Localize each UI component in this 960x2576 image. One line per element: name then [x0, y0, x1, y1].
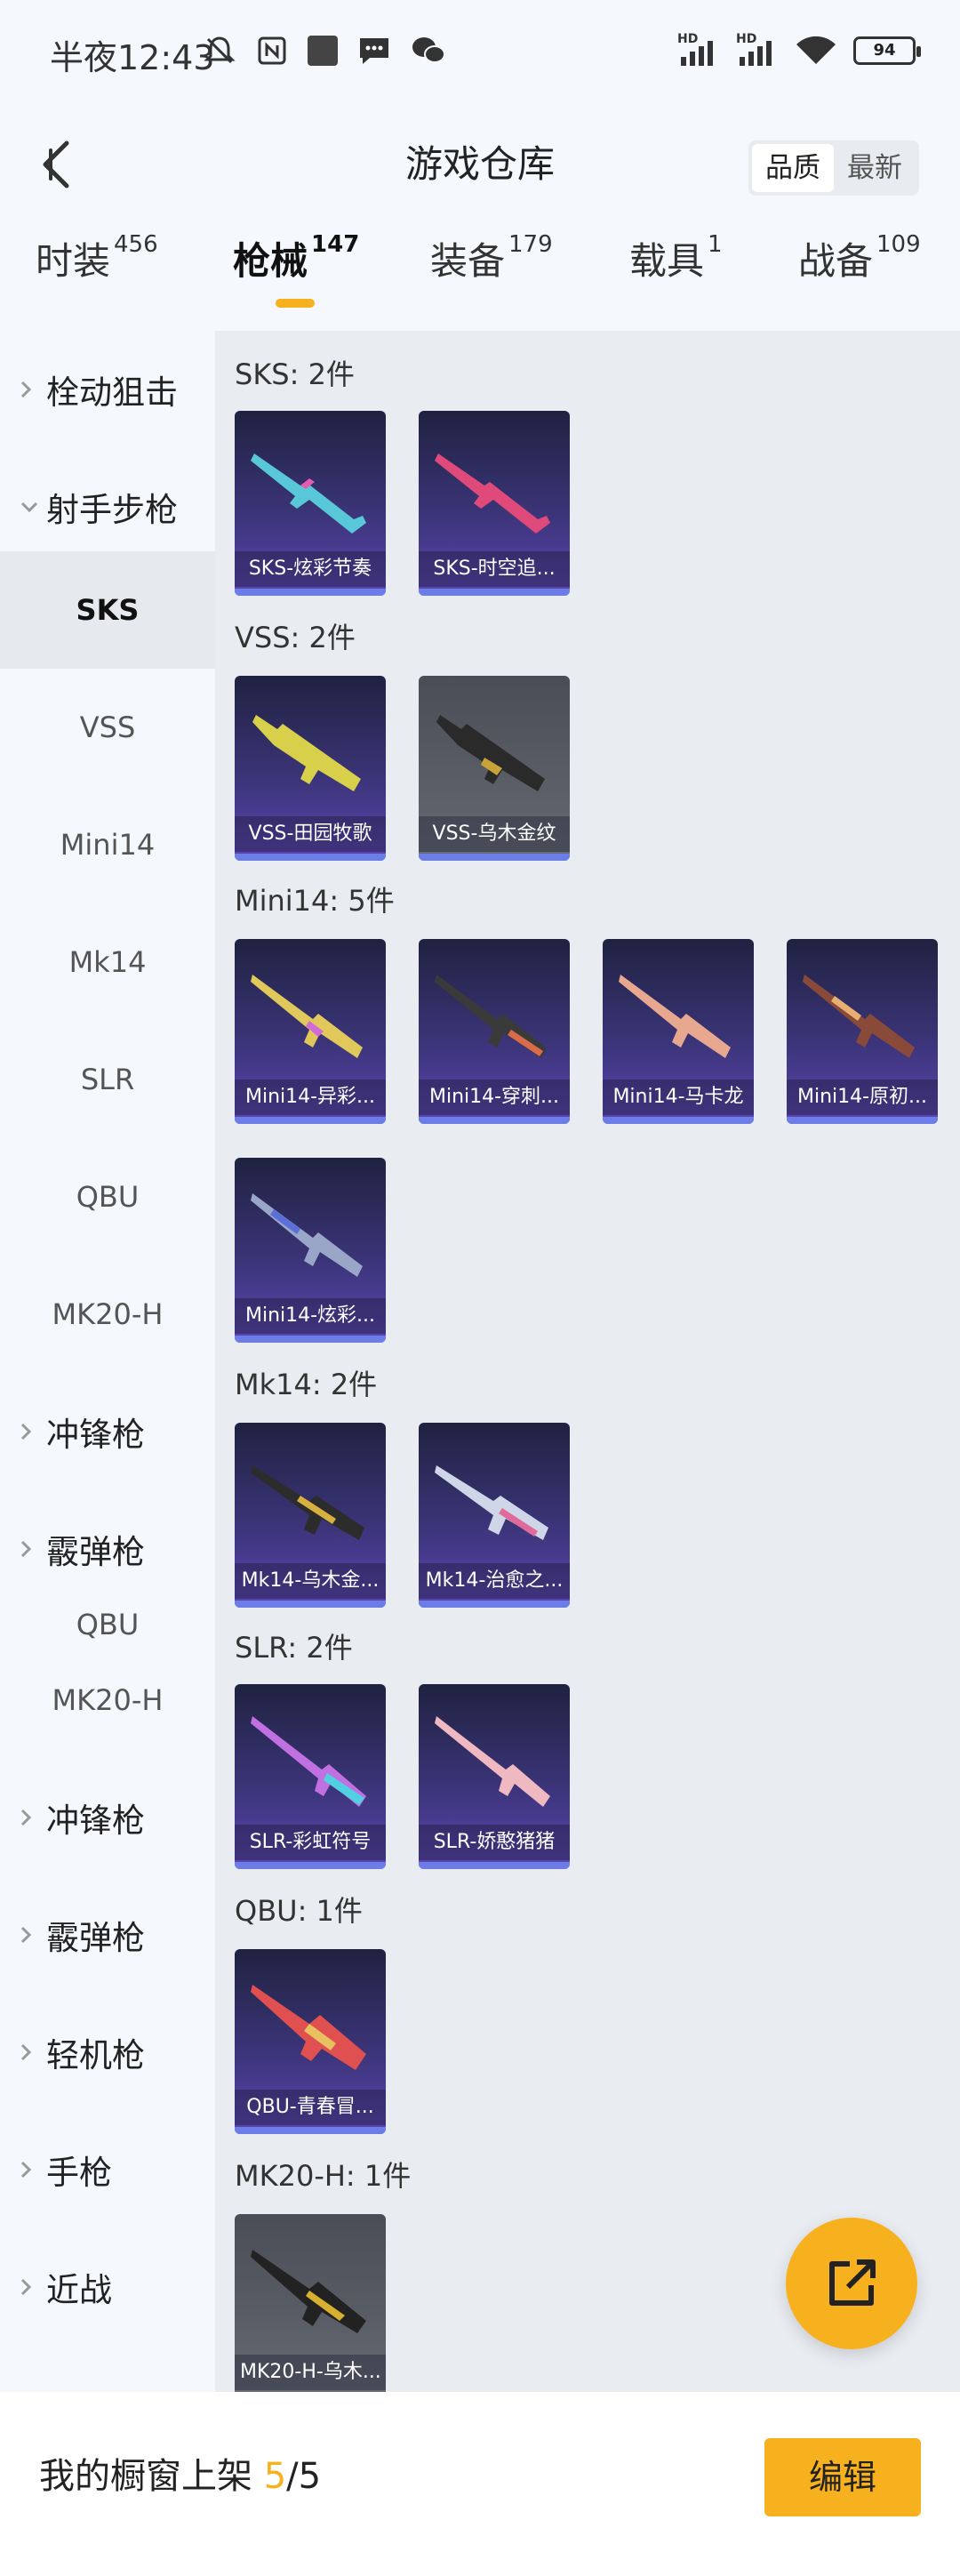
sidebar-item-marksman-rifle[interactable]: 射手步枪	[0, 448, 215, 566]
tab-supplies[interactable]: 战备 109	[798, 231, 921, 329]
item-card[interactable]: Mini14-炫彩...	[235, 1158, 386, 1343]
sidebar-item-melee[interactable]: 近战	[0, 2228, 215, 2346]
item-card[interactable]: VSS-乌木金纹	[419, 676, 570, 861]
rifle-icon	[435, 975, 547, 1058]
signal-icon-2: HD	[736, 32, 779, 66]
section-title-vss: VSS: 2件	[235, 621, 356, 654]
share-fab-button[interactable]	[786, 2218, 917, 2349]
item-card[interactable]: Mini14-马卡龙	[603, 939, 754, 1124]
sidebar-item-shotgun-2[interactable]: 霰弹枪	[0, 1876, 215, 1994]
sidebar-item-mk20h[interactable]: MK20-H	[0, 1256, 215, 1373]
chevron-down-icon	[20, 502, 38, 513]
weapon-category-sidebar: 栓动狙击 射手步枪 SKS VSS Mini14 Mk14 SLR QBU MK…	[0, 331, 215, 2392]
section-title-slr: SLR: 2件	[235, 1631, 353, 1665]
item-card[interactable]: SKS-炫彩节奏	[235, 411, 386, 596]
message-icon	[360, 38, 388, 64]
showcase-label: 我的橱窗上架	[39, 2456, 252, 2497]
wifi-icon	[796, 36, 836, 64]
sidebar-item-qbu-ghost[interactable]: QBU	[0, 1579, 215, 1641]
item-card[interactable]: Mk14-治愈之...	[419, 1423, 570, 1608]
sidebar-item-smg-2[interactable]: 冲锋枪	[0, 1759, 215, 1876]
rifle-icon	[251, 975, 363, 1058]
mute-bell-icon	[204, 36, 236, 64]
sidebar-item-bolt-sniper[interactable]: 栓动狙击	[0, 331, 215, 448]
item-card[interactable]: QBU-青春冒...	[235, 1949, 386, 2134]
status-icons-right: HD HD 94	[677, 32, 921, 68]
sort-latest-button[interactable]: 最新	[834, 144, 916, 192]
showcase-status: 我的橱窗上架 5/5	[39, 2447, 321, 2499]
sort-toggle: 品质 最新	[748, 140, 919, 196]
status-icons-left	[203, 34, 446, 68]
item-card[interactable]: VSS-田园牧歌	[235, 676, 386, 861]
tab-costume[interactable]: 时装 456	[36, 231, 158, 329]
sidebar-item-mini14[interactable]: Mini14	[0, 786, 215, 903]
item-card[interactable]: SLR-娇憨猪猪	[419, 1684, 570, 1869]
item-card[interactable]: Mini14-异彩...	[235, 939, 386, 1124]
showcase-current-count: 5	[263, 2456, 287, 2497]
sidebar-item-pistol[interactable]: 手枪	[0, 2111, 215, 2228]
rifle-icon	[436, 715, 545, 791]
sidebar-item-mk14[interactable]: Mk14	[0, 903, 215, 1021]
rifle-icon	[803, 975, 915, 1058]
chevron-right-icon	[20, 2161, 32, 2179]
item-card[interactable]: MK20-H-乌木...	[235, 2214, 386, 2392]
rifle-icon	[251, 453, 366, 534]
sidebar-item-slr[interactable]: SLR	[0, 1021, 215, 1138]
signal-icon: HD	[677, 32, 720, 66]
rifle-icon	[252, 715, 361, 791]
rifle-icon	[251, 1193, 363, 1277]
section-title-mk14: Mk14: 2件	[235, 1368, 378, 1401]
sidebar-item-smg[interactable]: 冲锋枪	[0, 1373, 215, 1490]
chevron-right-icon	[20, 1809, 32, 1826]
item-card[interactable]: SKS-时空追...	[419, 411, 570, 596]
battery-icon: 94	[853, 36, 921, 65]
section-title-mini14: Mini14: 5件	[235, 884, 395, 918]
category-tabs: 时装 456 枪械 147 装备 179 载具 1 战备 109	[0, 231, 960, 329]
rifle-icon	[619, 975, 731, 1058]
item-card[interactable]: Mk14-乌木金...	[235, 1423, 386, 1608]
rifle-icon	[251, 1985, 366, 2070]
wechat-icon	[412, 37, 445, 63]
chevron-right-icon	[20, 1926, 32, 1944]
rifle-icon	[435, 453, 550, 534]
nfc-icon	[258, 36, 286, 65]
back-arrow-icon	[43, 140, 69, 189]
item-card[interactable]: Mini14-原初...	[787, 939, 938, 1124]
sidebar-item-mk20h-ghost[interactable]: MK20-H	[0, 1641, 215, 1759]
section-title-qbu: QBU: 1件	[235, 1894, 363, 1928]
status-bar: 半夜12:43 HD HD 94	[0, 0, 960, 107]
item-grid: SKS: 2件 SKS-炫彩节奏 SKS-时空追... VSS: 2件 VSS-…	[215, 331, 960, 2392]
rifle-icon	[251, 1716, 366, 1807]
rifle-icon	[251, 1465, 364, 1540]
edit-button[interactable]: 编辑	[764, 2438, 921, 2516]
back-button[interactable]	[25, 124, 87, 205]
sidebar-item-lmg[interactable]: 轻机枪	[0, 1994, 215, 2111]
sidebar-item-sks[interactable]: SKS	[0, 551, 215, 669]
chevron-right-icon	[20, 2278, 32, 2296]
item-card[interactable]: Mini14-穿刺...	[419, 939, 570, 1124]
chevron-right-icon	[20, 381, 32, 398]
sort-quality-button[interactable]: 品质	[752, 144, 834, 192]
rifle-icon	[435, 1716, 550, 1807]
section-title-mk20h: MK20-H: 1件	[235, 2159, 412, 2193]
item-card[interactable]: SLR-彩虹符号	[235, 1684, 386, 1869]
status-time: 半夜12:43	[50, 38, 215, 77]
bottom-bar: 我的橱窗上架 5/5 编辑	[0, 2392, 960, 2576]
share-export-icon	[829, 2259, 876, 2306]
chevron-right-icon	[20, 2043, 32, 2061]
chevron-right-icon	[20, 1540, 32, 1558]
tab-vehicles[interactable]: 载具 1	[629, 231, 723, 329]
sidebar-item-vss[interactable]: VSS	[0, 669, 215, 786]
tab-equipment[interactable]: 装备 179	[430, 231, 553, 329]
app-square-icon	[308, 36, 338, 66]
header: 游戏仓库 品质 最新	[0, 107, 960, 222]
tab-firearms[interactable]: 枪械 147	[233, 231, 359, 329]
showcase-total-count: /5	[286, 2456, 322, 2497]
sidebar-item-qbu[interactable]: QBU	[0, 1138, 215, 1256]
rifle-icon	[251, 2250, 366, 2333]
chevron-right-icon	[20, 1423, 32, 1440]
rifle-icon	[435, 1465, 548, 1540]
section-title-sks: SKS: 2件	[235, 357, 355, 391]
